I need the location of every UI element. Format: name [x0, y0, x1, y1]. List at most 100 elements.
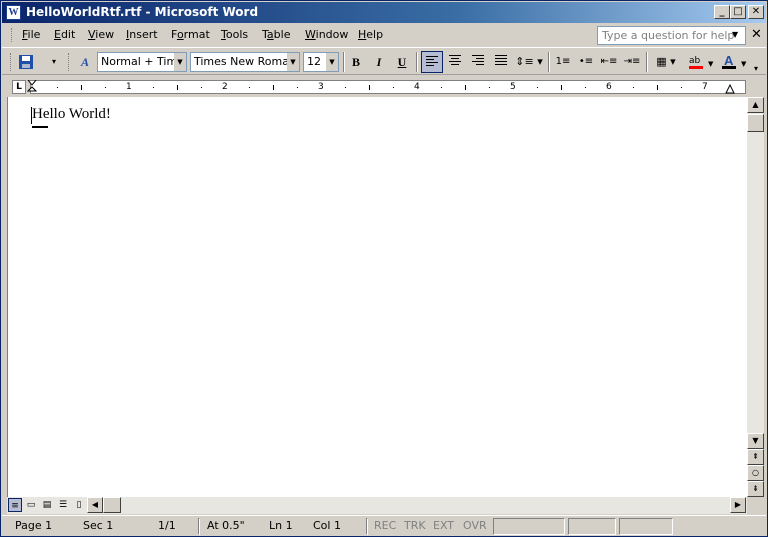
ruler-tick [57, 87, 58, 88]
ruler-number: 1 [126, 82, 132, 92]
chevron-down-icon[interactable]: ▼ [287, 53, 299, 71]
svg-text:A: A [724, 53, 734, 68]
toolbar-grip-2[interactable] [68, 53, 71, 71]
indent-marker-icon[interactable] [27, 80, 37, 94]
ruler-tick [489, 87, 490, 88]
title-bar[interactable]: W HelloWorldRtf.rtf - Microsoft Word _ □… [2, 2, 766, 23]
status-divider [366, 518, 368, 535]
menu-tools[interactable]: Tools [221, 28, 248, 41]
horizontal-scroll-thumb[interactable] [103, 497, 121, 513]
ruler-number: 6 [606, 82, 612, 92]
status-section[interactable]: Sec 1 [83, 519, 113, 535]
borders-icon[interactable]: ▦ ▾ [650, 51, 682, 73]
ruler-tick [465, 85, 466, 90]
ruler-tick [153, 87, 154, 88]
line-spacing-icon[interactable]: ⇕≡ ▾ [513, 51, 545, 73]
toolbar-separator [646, 52, 648, 72]
style-select[interactable]: Normal + Times ▼ [97, 52, 187, 72]
scroll-right-icon[interactable]: ▶ [730, 497, 746, 513]
menubar-grip[interactable] [11, 28, 14, 42]
document-text[interactable]: Hello World! [32, 106, 111, 123]
numbering-icon[interactable]: 1≡ [552, 51, 574, 73]
horizontal-ruler[interactable]: 1 2 3 4 5 6 7 [27, 80, 746, 94]
next-page-icon[interactable]: ⇟ [747, 481, 764, 497]
menu-format[interactable]: Format [171, 28, 210, 41]
ruler-tick [201, 87, 202, 88]
close-button[interactable]: ✕ [748, 5, 764, 19]
status-trk[interactable]: TRK [404, 519, 426, 535]
increase-indent-icon[interactable]: ⇥≡ [621, 51, 643, 73]
bold-button[interactable]: B [345, 51, 367, 73]
document-close-button[interactable]: ✕ [751, 27, 762, 42]
menu-window[interactable]: Window [305, 28, 348, 41]
web-layout-view-icon[interactable]: ▭ [24, 498, 38, 512]
scroll-thumb[interactable] [747, 114, 764, 132]
maximize-button[interactable]: □ [730, 5, 746, 19]
styles-icon[interactable]: A [74, 51, 96, 73]
select-browse-object-icon[interactable]: ○ [747, 465, 764, 481]
help-question-input[interactable]: Type a question for help [597, 26, 746, 45]
outline-view-icon[interactable]: ☰ [56, 498, 70, 512]
menu-table[interactable]: Table [262, 28, 290, 41]
ruler-tick [657, 85, 658, 90]
print-layout-view-icon[interactable]: ▤ [40, 498, 54, 512]
toolbar-grip[interactable] [10, 53, 13, 71]
reading-layout-view-icon[interactable]: ▯ [72, 498, 86, 512]
status-ext[interactable]: EXT [433, 519, 454, 535]
scroll-left-icon[interactable]: ◀ [87, 497, 103, 513]
status-ovr[interactable]: OVR [463, 519, 487, 535]
chevron-down-icon[interactable]: ▼ [174, 53, 186, 71]
font-color-icon[interactable]: A ▼ [718, 51, 750, 73]
ruler-tick [561, 85, 562, 90]
chevron-down-icon[interactable]: ▼ [326, 53, 338, 71]
underline-button[interactable]: U [391, 51, 413, 73]
menu-view[interactable]: View [88, 28, 114, 41]
align-right-icon[interactable] [467, 51, 489, 73]
vertical-scrollbar[interactable]: ▲ ▼ ⇞ ○ ⇟ [747, 97, 764, 497]
toolbar-options-icon[interactable]: ▾ [750, 51, 762, 73]
save-icon[interactable] [15, 51, 37, 73]
ruler-tick [249, 87, 250, 88]
highlight-icon[interactable]: ab ▼ [685, 51, 717, 73]
ruler-tick [177, 85, 178, 90]
tab-selector-button[interactable]: L [12, 80, 26, 94]
minimize-button[interactable]: _ [714, 5, 730, 19]
font-select-value: Times New Roman [194, 55, 296, 68]
menu-file[interactable]: File [22, 28, 40, 41]
ruler: L 1 2 3 4 5 6 7 [2, 77, 766, 97]
status-bar: Page 1 Sec 1 1/1 At 0.5" Ln 1 Col 1 REC … [2, 515, 766, 535]
font-size-select[interactable]: 12 ▼ [303, 52, 339, 72]
toolbar-options-icon[interactable]: ▾ [48, 51, 60, 73]
ruler-tick [105, 87, 106, 88]
menu-help[interactable]: Help [358, 28, 383, 41]
previous-page-icon[interactable]: ⇞ [747, 449, 764, 465]
font-select[interactable]: Times New Roman ▼ [190, 52, 300, 72]
end-of-document-mark [32, 126, 48, 128]
status-column[interactable]: Col 1 [313, 519, 341, 535]
help-dropdown-icon[interactable]: ▼ [732, 30, 738, 39]
status-page-count[interactable]: 1/1 [158, 519, 176, 535]
ruler-number: 2 [222, 82, 228, 92]
status-line[interactable]: Ln 1 [269, 519, 293, 535]
justify-icon[interactable] [490, 51, 512, 73]
status-page[interactable]: Page 1 [15, 519, 52, 535]
menu-edit[interactable]: Edit [54, 28, 75, 41]
ruler-tick [273, 85, 274, 90]
right-indent-marker-icon[interactable] [725, 84, 735, 94]
document-page[interactable]: Hello World! [7, 97, 747, 497]
scroll-up-icon[interactable]: ▲ [747, 97, 764, 113]
scroll-down-icon[interactable]: ▼ [747, 433, 764, 449]
status-position[interactable]: At 0.5" [207, 519, 245, 535]
center-icon[interactable] [444, 51, 466, 73]
menu-insert[interactable]: Insert [126, 28, 158, 41]
italic-button[interactable]: I [368, 51, 390, 73]
bullets-icon[interactable]: •≡ [575, 51, 597, 73]
normal-view-icon[interactable]: ≡ [8, 498, 22, 512]
status-extra-panel [619, 518, 673, 535]
align-left-icon[interactable] [421, 51, 443, 73]
word-app-icon[interactable]: W [6, 5, 21, 20]
decrease-indent-icon[interactable]: ⇤≡ [598, 51, 620, 73]
horizontal-scrollbar[interactable]: ≡ ▭ ▤ ☰ ▯ ◀ ▶ [7, 497, 747, 514]
status-rec[interactable]: REC [374, 519, 396, 535]
svg-text:▼: ▼ [708, 60, 714, 68]
